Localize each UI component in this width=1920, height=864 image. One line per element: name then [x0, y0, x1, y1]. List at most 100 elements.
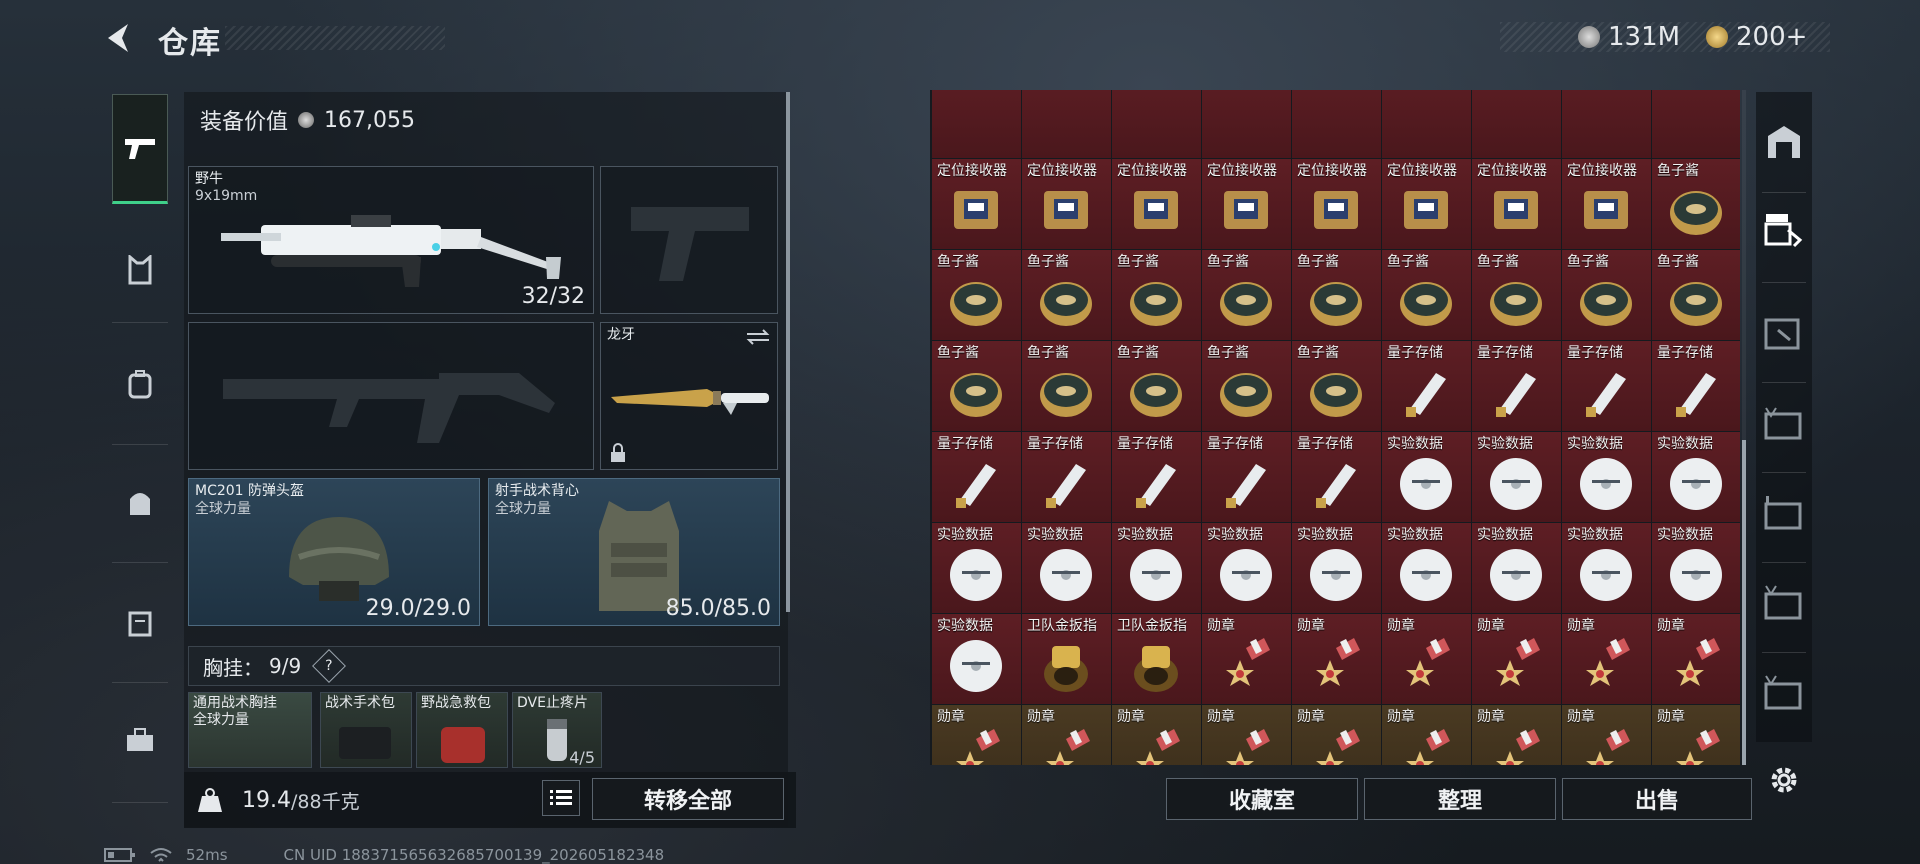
- secondary-weapon-slot[interactable]: [188, 322, 594, 470]
- inventory-cell[interactable]: [1202, 90, 1291, 158]
- inventory-cell[interactable]: 实验数据: [1472, 523, 1561, 613]
- inventory-cell[interactable]: 实验数据: [1202, 523, 1291, 613]
- inventory-cell[interactable]: 勋章: [1292, 705, 1381, 765]
- inventory-cell[interactable]: 勋章: [1652, 614, 1740, 704]
- chest-rig-item[interactable]: DVE止疼片 4/5: [512, 692, 602, 768]
- inventory-cell[interactable]: 定位接收器: [1022, 159, 1111, 249]
- inventory-cell[interactable]: 量子存储: [1652, 341, 1740, 431]
- inventory-cell[interactable]: 实验数据: [1562, 432, 1651, 522]
- inventory-cell[interactable]: 实验数据: [1472, 432, 1561, 522]
- settings-button[interactable]: [1766, 762, 1802, 798]
- inventory-cell[interactable]: 实验数据: [1382, 523, 1471, 613]
- help-icon[interactable]: ?: [312, 649, 347, 683]
- inventory-cell[interactable]: 鱼子酱: [1202, 250, 1291, 340]
- inventory-cell[interactable]: 实验数据: [932, 614, 1021, 704]
- inventory-cell[interactable]: 定位接收器: [1112, 159, 1201, 249]
- inventory-cell[interactable]: 勋章: [1022, 705, 1111, 765]
- inventory-cell[interactable]: 鱼子酱: [932, 250, 1021, 340]
- inventory-cell[interactable]: 定位接收器: [1382, 159, 1471, 249]
- inventory-cell[interactable]: 勋章: [1472, 705, 1561, 765]
- list-view-button[interactable]: [542, 780, 580, 816]
- inventory-cell[interactable]: 实验数据: [1022, 523, 1111, 613]
- chest-rig-item[interactable]: 通用战术胸挂 全球力量: [188, 692, 312, 768]
- inventory-cell[interactable]: 量子存储: [932, 432, 1021, 522]
- swap-icon[interactable]: [745, 329, 771, 345]
- inventory-cell[interactable]: 鱼子酱: [1562, 250, 1651, 340]
- inventory-cell[interactable]: 鱼子酱: [1382, 250, 1471, 340]
- sort-button[interactable]: 整理: [1364, 778, 1556, 820]
- inventory-cell[interactable]: 量子存储: [1562, 341, 1651, 431]
- inventory-cell[interactable]: 勋章: [1562, 705, 1651, 765]
- inventory-cell[interactable]: 实验数据: [1382, 432, 1471, 522]
- inventory-cell[interactable]: 实验数据: [1652, 432, 1740, 522]
- inventory-cell[interactable]: 实验数据: [1112, 523, 1201, 613]
- category-case[interactable]: [112, 594, 168, 650]
- inventory-cell[interactable]: 勋章: [1382, 614, 1471, 704]
- inventory-grid[interactable]: 定位接收器 定位接收器 定位接收器 定位接收器 定位接收器 定位接收器 定位接收器 定位接收器…: [930, 90, 1740, 765]
- inventory-cell[interactable]: 鱼子酱: [1112, 341, 1201, 431]
- sell-button[interactable]: 出售: [1562, 778, 1752, 820]
- inventory-cell[interactable]: 鱼子酱: [1022, 341, 1111, 431]
- category-backpack[interactable]: [112, 356, 168, 412]
- category-toolbox[interactable]: [112, 712, 168, 768]
- category-bag[interactable]: [112, 474, 168, 530]
- inventory-cell[interactable]: 鱼子酱: [1652, 250, 1740, 340]
- inventory-cell[interactable]: 实验数据: [1292, 523, 1381, 613]
- inventory-cell[interactable]: 定位接收器: [932, 159, 1021, 249]
- tab-iv-case[interactable]: [1762, 492, 1806, 536]
- inventory-cell[interactable]: [932, 90, 1021, 158]
- tab-v-case-3[interactable]: [1762, 672, 1806, 716]
- inventory-cell[interactable]: 勋章: [1292, 614, 1381, 704]
- collection-room-button[interactable]: 收藏室: [1166, 778, 1358, 820]
- tab-warehouse[interactable]: [1762, 120, 1806, 164]
- inventory-cell[interactable]: [1472, 90, 1561, 158]
- inventory-cell[interactable]: 鱼子酱: [932, 341, 1021, 431]
- melee-slot[interactable]: 龙牙: [600, 322, 778, 470]
- tab-gti-2[interactable]: [1762, 310, 1806, 354]
- inventory-cell[interactable]: 勋章: [1472, 614, 1561, 704]
- inventory-cell[interactable]: [1652, 90, 1740, 158]
- inventory-cell[interactable]: [1562, 90, 1651, 158]
- inventory-cell[interactable]: 勋章: [1562, 614, 1651, 704]
- inventory-scroll-thumb[interactable]: [1742, 440, 1746, 765]
- inventory-cell[interactable]: 量子存储: [1112, 432, 1201, 522]
- inventory-cell[interactable]: 勋章: [1202, 614, 1291, 704]
- inventory-cell[interactable]: 勋章: [1202, 705, 1291, 765]
- inventory-cell[interactable]: 量子存储: [1472, 341, 1561, 431]
- inventory-cell[interactable]: 实验数据: [1652, 523, 1740, 613]
- inventory-cell[interactable]: 定位接收器: [1472, 159, 1561, 249]
- inventory-cell[interactable]: 定位接收器: [1202, 159, 1291, 249]
- primary-weapon-slot[interactable]: 野牛 9x19mm 32/32: [188, 166, 594, 314]
- back-button[interactable]: [100, 18, 140, 58]
- inventory-cell[interactable]: 鱼子酱: [1022, 250, 1111, 340]
- inventory-cell[interactable]: 量子存储: [1202, 432, 1291, 522]
- equipment-scrollbar[interactable]: [786, 92, 790, 612]
- gold-currency[interactable]: 200+: [1706, 22, 1807, 52]
- inventory-cell[interactable]: 勋章: [1382, 705, 1471, 765]
- sidearm-slot[interactable]: [600, 166, 778, 314]
- transfer-all-button[interactable]: 转移全部: [592, 778, 784, 820]
- inventory-cell[interactable]: 勋章: [1112, 705, 1201, 765]
- inventory-cell[interactable]: 卫队金扳指: [1112, 614, 1201, 704]
- inventory-cell[interactable]: 定位接收器: [1562, 159, 1651, 249]
- tab-v-case-2[interactable]: [1762, 582, 1806, 626]
- inventory-cell[interactable]: 鱼子酱: [1292, 250, 1381, 340]
- inventory-cell[interactable]: 鱼子酱: [1472, 250, 1561, 340]
- inventory-cell[interactable]: [1022, 90, 1111, 158]
- inventory-cell[interactable]: 量子存储: [1292, 432, 1381, 522]
- inventory-cell[interactable]: 实验数据: [932, 523, 1021, 613]
- inventory-cell[interactable]: 定位接收器: [1292, 159, 1381, 249]
- inventory-cell[interactable]: 勋章: [1652, 705, 1740, 765]
- tab-v-case-1[interactable]: [1762, 402, 1806, 446]
- category-weapons[interactable]: [112, 94, 168, 204]
- category-chest-rig[interactable]: [112, 242, 168, 298]
- inventory-cell[interactable]: 鱼子酱: [1292, 341, 1381, 431]
- inventory-cell[interactable]: 鱼子酱: [1202, 341, 1291, 431]
- inventory-cell[interactable]: 实验数据: [1562, 523, 1651, 613]
- helmet-slot[interactable]: MC201 防弹头盔 全球力量 29.0/29.0: [188, 478, 480, 626]
- inventory-cell[interactable]: 量子存储: [1382, 341, 1471, 431]
- inventory-cell[interactable]: [1112, 90, 1201, 158]
- inventory-cell[interactable]: 勋章: [932, 705, 1021, 765]
- inventory-cell[interactable]: 卫队金扳指: [1022, 614, 1111, 704]
- inventory-cell[interactable]: 鱼子酱: [1112, 250, 1201, 340]
